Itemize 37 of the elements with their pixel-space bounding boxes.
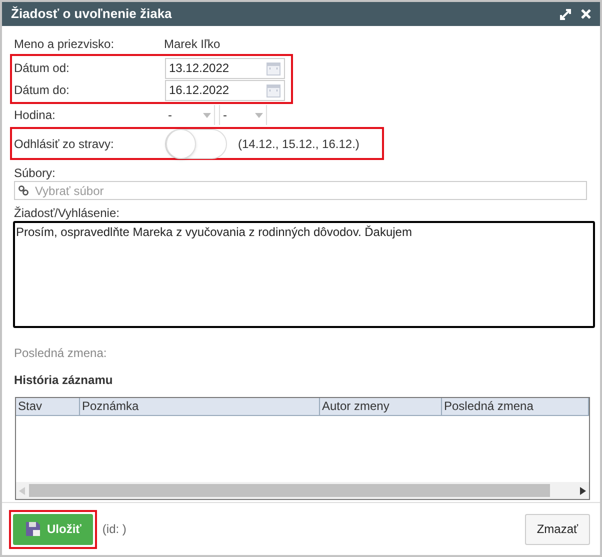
field-label: Posledná zmena: xyxy=(13,345,108,362)
field-label: Hodina: xyxy=(14,107,56,124)
field-label: Odhlásiť zo stravy: xyxy=(14,136,115,152)
hour-select[interactable]: - xyxy=(165,105,215,125)
delete-button[interactable]: Zmazať xyxy=(524,514,590,544)
student-name: Marek Iľko xyxy=(164,36,220,53)
calendar-icon[interactable] xyxy=(266,60,281,76)
scroll-right-icon[interactable] xyxy=(580,486,586,494)
horizontal-scrollbar[interactable] xyxy=(16,482,589,499)
field-label: Meno a priezvisko: xyxy=(14,36,116,53)
field-label: Žiadosť/Vyhlásenie: xyxy=(13,205,120,221)
column-header[interactable]: Posledná zmena xyxy=(442,398,589,415)
expand-icon[interactable] xyxy=(560,8,571,20)
toggle-switch[interactable] xyxy=(165,128,227,158)
dropdown-icon xyxy=(255,112,263,118)
window-title: Žiadosť o uvoľnenie žiaka xyxy=(11,5,172,24)
close-icon[interactable] xyxy=(581,9,591,19)
calendar-icon[interactable] xyxy=(266,82,281,98)
field-label: Dátum od: xyxy=(14,60,70,77)
request-textarea[interactable]: Prosím, ospravedlňte Mareka z vyučovania z rodinných dôvodov. Ďakujem xyxy=(13,221,595,328)
meal-days: (14.12., 15.12., 16.12.) xyxy=(238,134,360,152)
floppy-icon xyxy=(25,521,41,537)
field-label: Súbory: xyxy=(13,165,56,181)
hour-select[interactable]: - xyxy=(219,105,267,125)
scroll-left-icon[interactable] xyxy=(19,486,25,494)
section-title: História záznamu xyxy=(13,372,114,389)
record-id: (id: ) xyxy=(102,521,126,538)
column-header[interactable]: Poznámka xyxy=(80,398,320,415)
field-label: Dátum do: xyxy=(14,82,70,99)
scrollbar-thumb[interactable] xyxy=(29,484,550,497)
dropdown-icon xyxy=(203,112,211,118)
date-field[interactable]: 13.12.2022 xyxy=(165,58,285,78)
file-field[interactable]: Vybrať súbor xyxy=(14,181,587,200)
column-header[interactable]: Stav xyxy=(16,398,80,415)
date-field[interactable]: 16.12.2022 xyxy=(165,80,285,100)
column-header[interactable]: Autor zmeny xyxy=(320,398,442,415)
link-icon xyxy=(18,185,29,196)
